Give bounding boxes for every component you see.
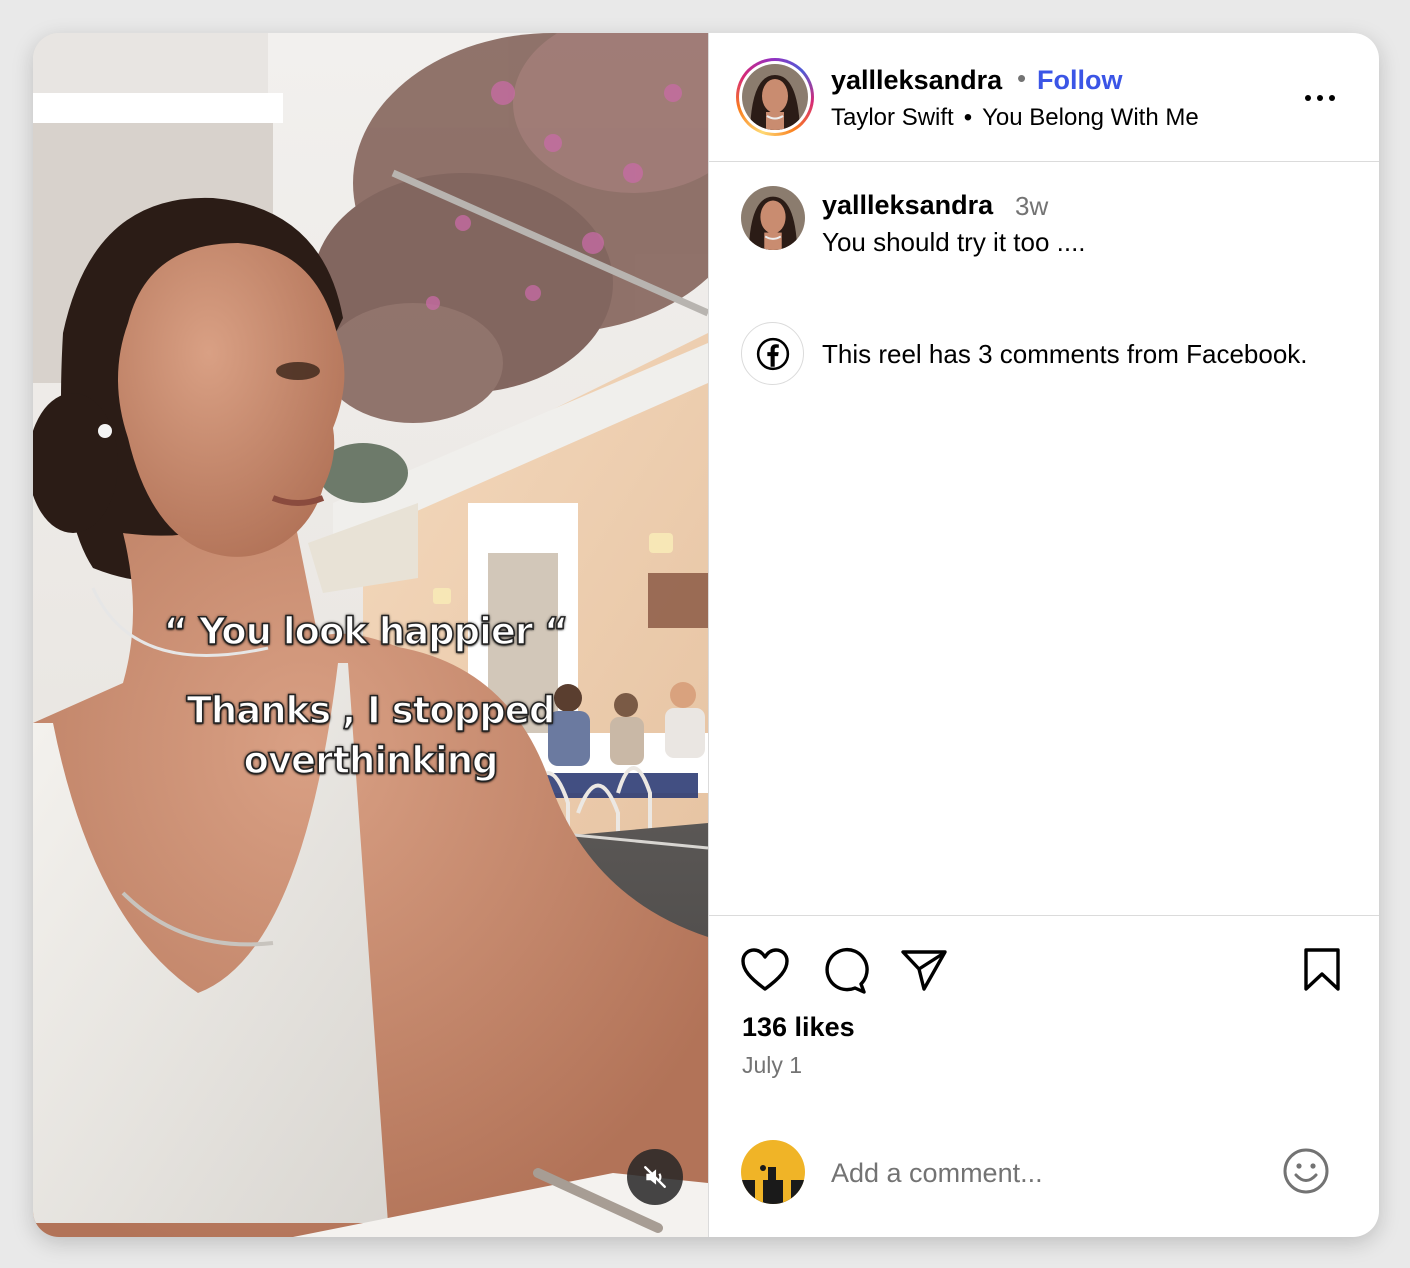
comment-icon <box>825 947 869 994</box>
video-text-overlay-line1: “ You look happier “ <box>163 609 569 654</box>
add-comment-bar <box>709 1140 1379 1237</box>
facebook-badge <box>741 322 804 385</box>
facebook-comments-note: This reel has 3 comments from Facebook. <box>741 322 1371 386</box>
author-username[interactable]: yallleksandra <box>831 65 1002 96</box>
author-avatar[interactable] <box>736 58 814 136</box>
avatar-image <box>742 64 808 130</box>
post-header: yallleksandra • Follow Taylor Swift • You … <box>709 33 1379 162</box>
post-date[interactable]: July 1 <box>742 1052 802 1079</box>
more-options-button[interactable] <box>1303 88 1339 108</box>
unmute-button[interactable] <box>627 1149 683 1205</box>
caption-author-avatar[interactable] <box>741 186 805 250</box>
avatar-image <box>741 186 805 250</box>
emoji-button[interactable] <box>1281 1146 1331 1201</box>
caption-comment: yallleksandra 3w You should try it too .… <box>741 186 1361 257</box>
send-icon <box>901 950 947 991</box>
music-artist[interactable]: Taylor Swift <box>831 104 954 131</box>
bookmark-icon <box>1304 948 1340 991</box>
follow-button[interactable]: Follow <box>1037 65 1122 96</box>
facebook-note-text: This reel has 3 comments from Facebook. <box>822 339 1308 369</box>
music-bullet: • <box>963 104 973 131</box>
save-button[interactable] <box>1302 947 1342 998</box>
video-text-overlay-line2: Thanks , I stopped overthinking <box>33 686 708 786</box>
like-button[interactable] <box>740 947 790 998</box>
caption-text: You should try it too .... <box>822 227 1086 257</box>
heart-icon <box>741 948 789 991</box>
post-actions-section: 136 likes July 1 <box>709 915 1379 1237</box>
avatar-image <box>741 1140 805 1204</box>
comment-input[interactable] <box>831 1153 1251 1193</box>
music-title[interactable]: You Belong With Me <box>982 104 1199 131</box>
post-side-panel: yallleksandra • Follow Taylor Swift • You … <box>708 33 1379 1237</box>
share-button[interactable] <box>900 947 948 998</box>
muted-speaker-icon <box>644 1166 666 1188</box>
caption-username[interactable]: yallleksandra <box>822 190 993 221</box>
overlay-line2: Thanks , I stopped <box>186 688 556 733</box>
more-horizontal-icon <box>1305 95 1335 101</box>
likes-count[interactable]: 136 likes <box>742 1012 855 1043</box>
reel-video[interactable]: “ You look happier “ Thanks , I stopped … <box>33 33 708 1237</box>
caption-timestamp[interactable]: 3w <box>1015 191 1048 222</box>
comment-button[interactable] <box>821 947 869 1000</box>
current-user-avatar <box>741 1140 805 1204</box>
post-dialog: “ You look happier “ Thanks , I stopped … <box>33 33 1379 1237</box>
audio-info[interactable]: Taylor Swift • You Belong With Me <box>831 104 1199 132</box>
facebook-icon <box>756 337 789 370</box>
emoji-smile-icon <box>1283 1148 1329 1194</box>
separator-dot: • <box>1017 63 1027 93</box>
overlay-line3: overthinking <box>243 738 500 783</box>
